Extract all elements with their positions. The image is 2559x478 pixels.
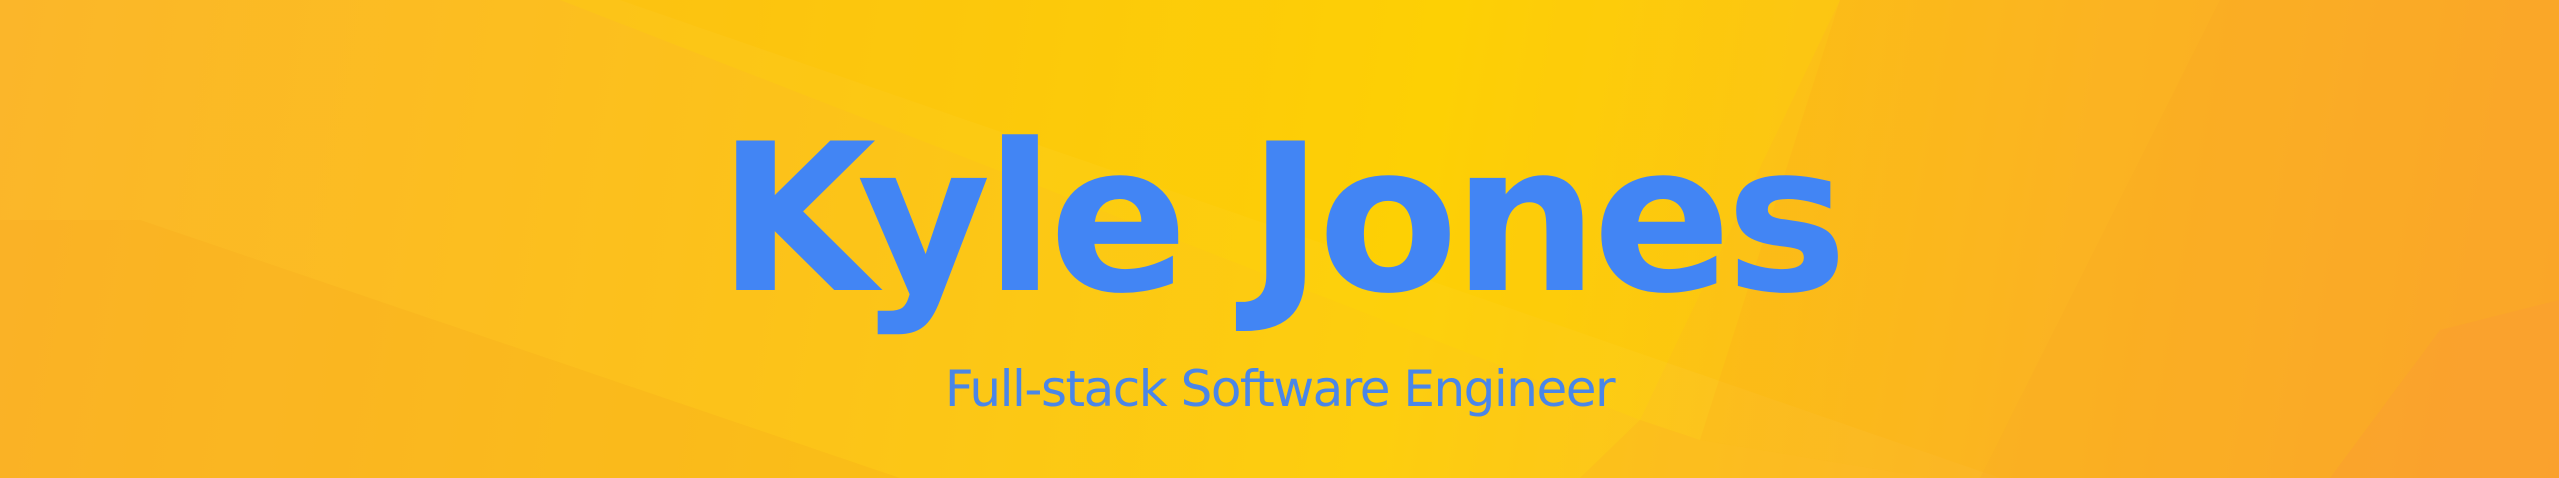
hero-content: Kyle Jones Full-stack Software Engineer	[0, 0, 2559, 478]
hero-banner: Kyle Jones Full-stack Software Engineer	[0, 0, 2559, 478]
hero-name: Kyle Jones	[717, 101, 1847, 339]
hero-tagline: Full-stack Software Engineer	[944, 360, 1616, 418]
